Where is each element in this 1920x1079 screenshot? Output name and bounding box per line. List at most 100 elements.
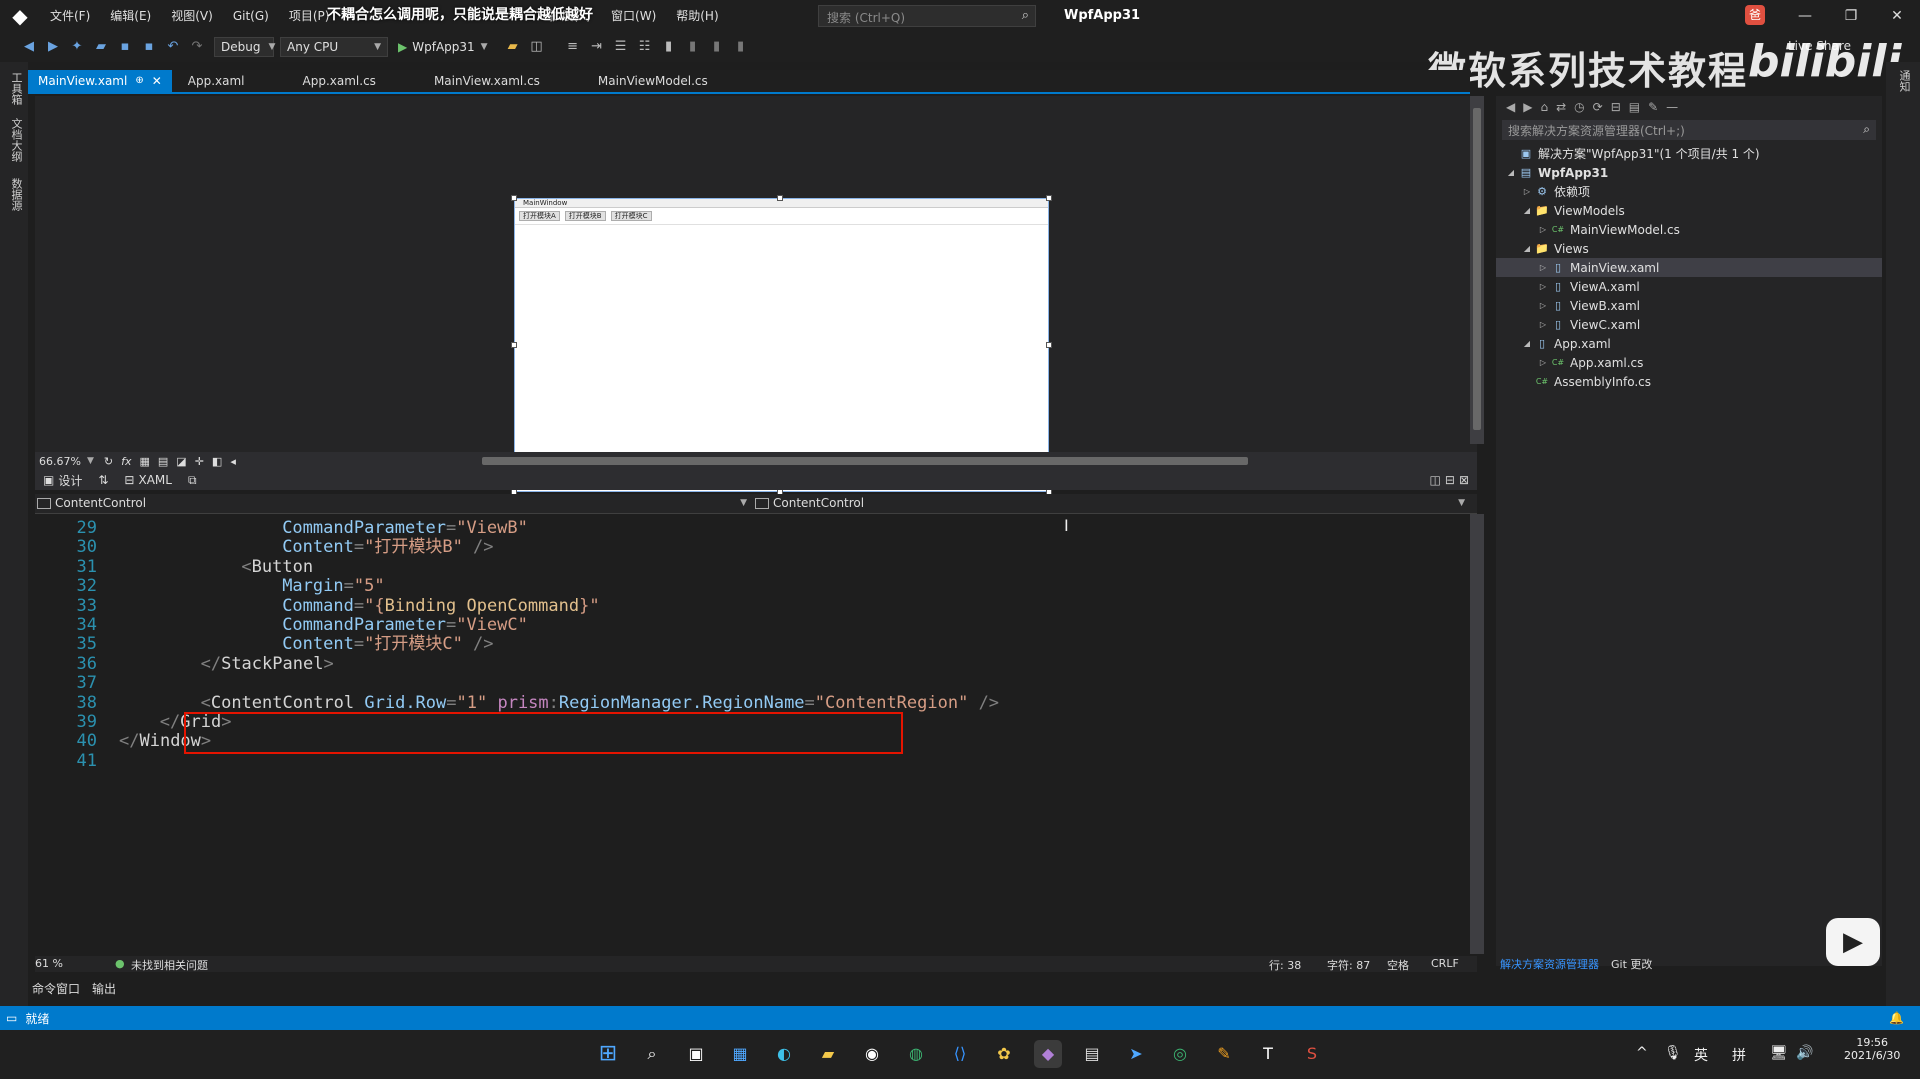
scroll-left-icon[interactable]: ◂ <box>230 455 236 468</box>
horizontal-split-icon[interactable]: ⊟ <box>1445 473 1455 487</box>
document-tab[interactable]: App.xaml.cs <box>293 70 386 92</box>
properties-icon[interactable]: ✎ <box>1648 100 1658 114</box>
restore-button[interactable]: ❐ <box>1828 0 1874 32</box>
app-icon[interactable]: ✿ <box>990 1040 1018 1068</box>
search-icon[interactable]: ⌕ <box>1863 122 1870 137</box>
uncomment-icon[interactable]: ☷ <box>634 36 656 58</box>
document-tab[interactable]: MainViewModel.cs <box>588 70 718 92</box>
tree-item[interactable]: ▷ ⚙ 依赖项 <box>1496 182 1882 201</box>
visual-studio-logo-icon[interactable]: ◆ <box>0 0 40 32</box>
expanded-arrow-icon[interactable]: ◢ <box>1504 168 1518 177</box>
expanded-arrow-icon[interactable]: ◢ <box>1520 206 1534 215</box>
sync-icon[interactable]: ⟳ <box>1593 100 1603 114</box>
app-icon[interactable]: ◍ <box>902 1040 930 1068</box>
resize-handle[interactable] <box>511 195 517 201</box>
designer-button-b[interactable]: 打开模块B <box>564 211 606 221</box>
prev-bookmark-icon[interactable]: ▮ <box>682 36 704 58</box>
search-input[interactable]: 搜索 (Ctrl+Q) ⌕ <box>818 5 1036 27</box>
home-icon[interactable]: ⌂ <box>1540 100 1548 114</box>
grid-snap-icon[interactable]: ▤ <box>158 455 168 468</box>
close-button[interactable]: ✕ <box>1874 0 1920 32</box>
resize-handle[interactable] <box>777 195 783 201</box>
designer-zoom-value[interactable]: 66.67% <box>39 455 81 468</box>
show-all-files-icon[interactable]: ▤ <box>1629 100 1640 114</box>
tree-item[interactable]: C# AssemblyInfo.cs <box>1496 372 1882 391</box>
tab-command-window[interactable]: 命令窗口 <box>32 980 80 997</box>
fx-icon[interactable]: fx <box>121 455 131 468</box>
notifications-icon[interactable]: 🔔 <box>1889 1011 1904 1025</box>
collapsed-arrow-icon[interactable]: ▷ <box>1536 225 1550 234</box>
menu-item[interactable]: 帮助(H) <box>666 0 728 32</box>
expanded-arrow-icon[interactable]: ◢ <box>1520 339 1534 348</box>
pending-changes-icon[interactable]: ◷ <box>1574 100 1584 114</box>
grid-icon[interactable]: ▦ <box>139 455 149 468</box>
document-tab[interactable]: App.xaml <box>178 70 255 92</box>
app-icon[interactable]: S <box>1298 1040 1326 1068</box>
document-tab[interactable]: MainView.xaml ⊕ ✕ <box>28 70 172 92</box>
minimize-icon[interactable]: — <box>1666 100 1678 114</box>
video-play-icon[interactable]: ▶ <box>1826 918 1880 966</box>
network-icon[interactable]: 🖥 <box>1770 1045 1788 1061</box>
switch-views-icon[interactable]: ⇄ <box>1556 100 1566 114</box>
tree-item[interactable]: ◢ 📁 ViewModels <box>1496 201 1882 220</box>
minimize-button[interactable]: — <box>1782 0 1828 32</box>
tree-item[interactable]: ◢ 📁 Views <box>1496 239 1882 258</box>
input-language[interactable]: 英 <box>1694 1045 1708 1065</box>
eol-indicator[interactable]: CRLF <box>1431 957 1459 970</box>
undo-icon[interactable]: ↶ <box>162 36 184 58</box>
tree-item[interactable]: ◢ ▯ App.xaml <box>1496 334 1882 353</box>
vertical-split-icon[interactable]: ◫ <box>1430 473 1441 487</box>
tree-item[interactable]: ▷ ▯ ViewB.xaml <box>1496 296 1882 315</box>
chevron-up-icon[interactable]: ^ <box>1636 1045 1648 1061</box>
windows-start-icon[interactable]: ⊞ <box>594 1040 622 1068</box>
chevron-down-icon[interactable]: ▼ <box>481 42 488 52</box>
widgets-icon[interactable]: ▦ <box>726 1040 754 1068</box>
resize-handle[interactable] <box>1046 342 1052 348</box>
menu-item[interactable]: 编辑(E) <box>100 0 161 32</box>
back-icon[interactable]: ◀ <box>18 36 40 58</box>
scroll-thumb[interactable] <box>1473 108 1481 430</box>
nav-right-combo[interactable]: ContentControl ▼ <box>755 496 1469 510</box>
tree-item[interactable]: ▷ ▯ ViewA.xaml <box>1496 277 1882 296</box>
edge-icon[interactable]: ◐ <box>770 1040 798 1068</box>
tree-item[interactable]: ▷ C# MainViewModel.cs <box>1496 220 1882 239</box>
qq-icon[interactable]: ◉ <box>858 1040 886 1068</box>
snap-icon[interactable]: ✛ <box>195 455 204 468</box>
app-icon[interactable]: ✎ <box>1210 1040 1238 1068</box>
typora-icon[interactable]: T <box>1254 1040 1282 1068</box>
chevron-down-icon[interactable]: ▼ <box>87 456 94 466</box>
indent-icon[interactable]: ⇥ <box>586 36 608 58</box>
refresh-icon[interactable]: ↻ <box>104 455 113 468</box>
task-view-icon[interactable]: ▣ <box>682 1040 710 1068</box>
editor-vertical-scrollbar[interactable] <box>1470 514 1484 954</box>
save-all-icon[interactable]: ▪ <box>138 36 160 58</box>
input-method[interactable]: 拼 <box>1732 1045 1746 1065</box>
xaml-designer-surface[interactable]: MainWindow 打开模块A 打开模块B 打开模块C <box>35 96 1477 495</box>
collapsed-arrow-icon[interactable]: ▷ <box>1536 320 1550 329</box>
tab-design[interactable]: ▣ 设计 <box>35 472 90 489</box>
clock[interactable]: 19:56 2021/6/30 <box>1844 1036 1900 1062</box>
resize-handle[interactable] <box>511 342 517 348</box>
side-tab-toolbox[interactable]: 工具箱 <box>8 72 24 105</box>
artboard-icon[interactable]: ◪ <box>176 455 186 468</box>
whitespace-indicator[interactable]: 空格 <box>1387 957 1409 973</box>
volume-icon[interactable]: 🔊 <box>1796 1045 1813 1061</box>
new-project-icon[interactable]: ✦ <box>66 36 88 58</box>
store-icon[interactable]: ▤ <box>1078 1040 1106 1068</box>
tree-item[interactable]: ▷ ▯ ViewC.xaml <box>1496 315 1882 334</box>
collapse-pane-icon[interactable]: ⊠ <box>1459 473 1469 487</box>
file-explorer-icon[interactable]: ▰ <box>814 1040 842 1068</box>
comment-icon[interactable]: ☰ <box>610 36 632 58</box>
editor-zoom[interactable]: 61 % <box>35 957 63 970</box>
microphone-icon[interactable]: 🎙 <box>1664 1045 1682 1061</box>
menu-item[interactable]: 文件(F) <box>40 0 100 32</box>
forward-icon[interactable]: ▶ <box>42 36 64 58</box>
search-icon[interactable]: ⌕ <box>1022 8 1029 23</box>
configuration-select[interactable]: Debug ▼ <box>214 37 275 57</box>
side-tab-data-sources[interactable]: 数据源 <box>8 178 24 211</box>
tab-solution-explorer[interactable]: 解决方案资源管理器 <box>1500 956 1599 972</box>
issues-label[interactable]: 未找到相关问题 <box>131 957 208 973</box>
resize-handle[interactable] <box>1046 195 1052 201</box>
folder-icon[interactable]: ▰ <box>502 36 524 58</box>
output-icon[interactable]: ▭ <box>6 1011 17 1025</box>
